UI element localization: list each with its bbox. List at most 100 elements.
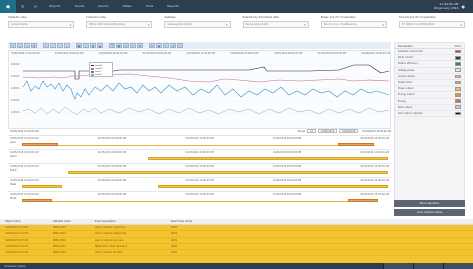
timeline-ticks: 01/05/2016 12:00:00 AM 01/05/2016 06:00:0… xyxy=(8,164,391,169)
column-header[interactable]: Event description xyxy=(90,220,166,223)
range-start-input[interactable]: 01/05/2016 xyxy=(317,128,338,134)
header-name: Parameters xyxy=(398,44,413,48)
timeline-bar[interactable] xyxy=(158,185,388,188)
print-icon[interactable]: ⎙ xyxy=(123,43,129,48)
next-icon[interactable]: › xyxy=(57,43,63,48)
nav-reports[interactable]: Reports xyxy=(160,0,186,13)
column-header[interactable]: Event time (local) xyxy=(166,220,286,223)
filter-value: ST 06/01 Cnt 08/02/2016 xyxy=(401,23,435,26)
filter-gateway: Gateway Gateway/Node 001 ▾ xyxy=(164,15,231,35)
nav-tables[interactable]: Tables xyxy=(116,0,139,13)
legend-label: Load D xyxy=(95,74,102,77)
nav-objects[interactable]: Objects xyxy=(42,0,67,13)
zoom-in-icon[interactable]: + xyxy=(17,43,23,48)
parameter-name: Node current xyxy=(398,56,414,60)
nav-trends[interactable]: Trends xyxy=(67,0,91,13)
timeline-mode[interactable]: 01/05/2016 12:00:00 AM 01/05/2016 06:00:0… xyxy=(8,191,391,205)
color-swatch[interactable] xyxy=(455,86,461,91)
filter-power: Power and ctrl of operation Bench, Con. … xyxy=(320,15,387,35)
tick-label: 01/06/2016 12:00:00 AM xyxy=(360,193,389,196)
filter-select[interactable]: ST 06/01 Cnt 08/02/2016 ▾ xyxy=(398,21,466,28)
load-defaults-button[interactable]: Load default values xyxy=(394,209,465,216)
nav-alarms[interactable]: Alarms xyxy=(91,0,115,13)
area-icon[interactable]: ▲ xyxy=(97,43,103,48)
table-cell: 01/05/2016 13:24:00 xyxy=(5,226,29,230)
refresh-icon[interactable]: ⟳ xyxy=(29,0,42,13)
timeline-ticks: 01/05/2016 12:00:00 AM 01/05/2016 06:00:0… xyxy=(8,192,391,197)
color-swatch[interactable] xyxy=(455,49,461,54)
series-gray xyxy=(22,106,390,116)
events-table: Object name Detailed name Event descript… xyxy=(0,219,473,269)
parameter-name: Ratio output xyxy=(398,105,413,109)
range-period-input[interactable]: 1d xyxy=(307,128,316,134)
timeline-event[interactable]: 01/05/2016 12:00:00 AM 01/05/2016 06:00:0… xyxy=(8,163,391,177)
line-icon[interactable]: ╱ xyxy=(83,43,89,48)
filter-select[interactable]: Node/cabinet 001 ▾ xyxy=(242,21,309,28)
fullscreen-icon[interactable]: ⤢ xyxy=(177,43,183,48)
parameter-row[interactable]: Site output / capacity xyxy=(395,111,464,118)
bar-icon[interactable]: ▮ xyxy=(90,43,96,48)
timeline-bar[interactable] xyxy=(22,185,62,188)
color-swatch[interactable] xyxy=(455,55,461,60)
timeline-load[interactable]: 01/05/2016 12:00:00 AM 01/05/2016 06:00:0… xyxy=(8,135,391,149)
grid-icon[interactable]: ▦ xyxy=(76,43,82,48)
table-cell: 01/05/2016 09:15:00 xyxy=(5,238,29,242)
first-icon[interactable]: « xyxy=(43,43,49,48)
color-swatch[interactable] xyxy=(455,105,461,110)
trend-chart[interactable]: 01/05/2016 12:00:00 AM 01/05/2016 03:00:… xyxy=(8,50,391,129)
user-icon[interactable]: ● xyxy=(462,4,466,9)
marker-icon[interactable]: ◆ xyxy=(156,43,162,48)
filter-select[interactable]: Gateway/Node 001 ▾ xyxy=(164,21,231,28)
timeline-bar[interactable] xyxy=(348,199,378,202)
filter-value: Gateway/Node 001 xyxy=(167,23,193,26)
export-icon[interactable]: ⇪ xyxy=(130,43,136,48)
color-swatch[interactable] xyxy=(455,80,461,85)
tick-label: 01/06/2016 12:00:00 AM xyxy=(360,165,389,168)
timeline-label: Alarm xyxy=(10,155,17,158)
filter-select[interactable]: CollectorSite ▾ xyxy=(8,21,75,28)
timeline-ticks: 01/05/2016 12:00:00 AM 01/05/2016 06:00:0… xyxy=(8,136,391,141)
timeline-bar[interactable] xyxy=(22,199,52,202)
parameter-name: Selected current load xyxy=(398,50,423,54)
pointer-icon[interactable]: ↖ xyxy=(10,43,16,48)
reset-icon[interactable]: ↺ xyxy=(170,43,176,48)
app-root: ◆ ☰ ⟳ Objects Trends Alarms Tables Tools… xyxy=(0,0,473,269)
timeline-state[interactable]: 01/05/2016 12:00:00 AM 01/05/2016 06:00:0… xyxy=(8,177,391,191)
timeline-bar[interactable] xyxy=(22,143,58,146)
color-swatch[interactable] xyxy=(455,93,461,97)
chevron-down-icon: ▾ xyxy=(460,22,463,27)
prev-icon[interactable]: ‹ xyxy=(50,43,56,48)
table-cell: Alarm / Cabinet current low xyxy=(95,226,126,230)
column-header[interactable]: Object name xyxy=(0,220,48,223)
filter-select[interactable]: Bench, Con. Trial/Reserve ▾ xyxy=(320,21,387,28)
logo-icon[interactable]: ◆ xyxy=(0,0,16,13)
save-icon[interactable]: ▣ xyxy=(116,43,122,48)
color-swatch[interactable] xyxy=(455,74,461,79)
color-swatch[interactable] xyxy=(455,62,461,66)
copy-icon[interactable]: ❐ xyxy=(109,43,115,48)
color-swatch[interactable] xyxy=(455,68,461,72)
last-icon[interactable]: » xyxy=(64,43,70,48)
color-swatch[interactable] xyxy=(455,99,461,103)
timeline-alarm[interactable]: 01/05/2016 12:00:00 AM 01/05/2016 06:00:0… xyxy=(8,149,391,163)
filter-bar: Collector view CollectorSite ▾ Collector … xyxy=(8,15,466,35)
range-end-input[interactable]: 01/06/2016 xyxy=(339,128,359,134)
show-selection-button[interactable]: Show selection xyxy=(394,200,465,207)
table-cell: 06/01 xyxy=(171,245,178,249)
cursor-icon[interactable]: ✛ xyxy=(149,43,155,48)
color-swatch[interactable] xyxy=(455,111,461,116)
filter-select[interactable]: NMSC-000 Cabinet/Building ▾ xyxy=(86,21,153,28)
settings-icon[interactable]: ⚙ xyxy=(137,43,143,48)
chevron-down-icon: ▾ xyxy=(226,22,228,27)
timeline-bar[interactable] xyxy=(338,143,374,146)
pan-icon[interactable]: ✥ xyxy=(31,43,37,48)
tick-label: 01/05/2016 12:00:00 PM xyxy=(185,179,214,182)
ruler-icon[interactable]: ⊢ xyxy=(163,43,169,48)
menu-icon[interactable]: ☰ xyxy=(16,0,29,13)
nav-tools[interactable]: Tools xyxy=(139,0,160,13)
timeline-bar[interactable] xyxy=(148,157,388,160)
parameter-panel: Parameters Color Selected current load No… xyxy=(394,42,465,202)
column-header[interactable]: Detailed name xyxy=(48,220,90,223)
timeline-bar[interactable] xyxy=(68,171,388,174)
zoom-out-icon[interactable]: − xyxy=(24,43,30,48)
